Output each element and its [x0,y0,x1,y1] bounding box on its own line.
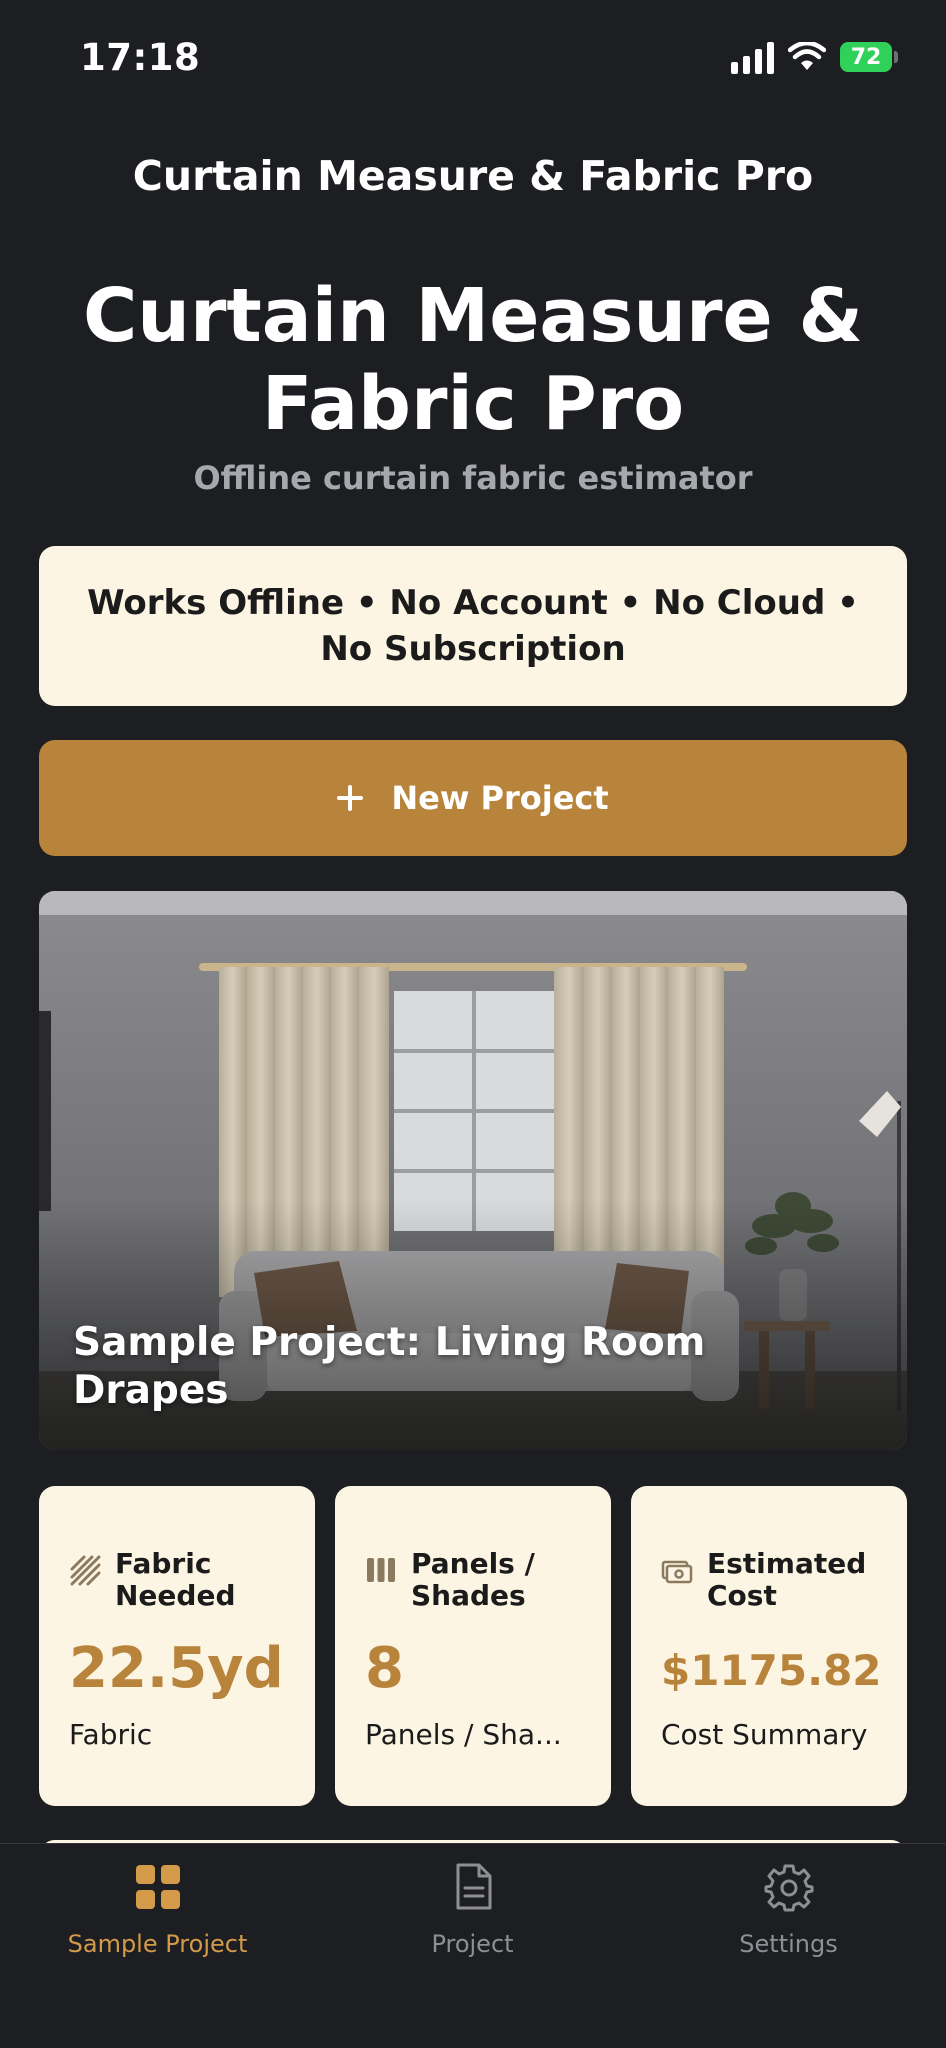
battery-level: 72 [840,42,892,72]
nav-title: Curtain Measure & Fabric Pro [132,152,814,200]
document-icon [456,1863,491,1910]
status-bar: 17:18 72 [0,0,946,120]
tab-label: Sample Project [67,1930,248,1958]
stat-value: 22.5yd [69,1636,284,1701]
hero-subtitle: Offline curtain fabric estimator [193,459,753,497]
stat-card-panels[interactable]: Panels / Shades 8 Panels / Sha... [335,1486,611,1806]
stat-header: Fabric Needed [69,1548,295,1612]
wifi-icon [788,42,826,70]
money-icon [661,1560,693,1584]
offline-banner: Works Offline • No Account • No Cloud • … [39,546,907,706]
stat-card-fabric[interactable]: Fabric Needed 22.5yd Fabric [39,1486,315,1806]
hero-title: Curtain Measure & Fabric Pro [82,273,864,447]
tab-bar: Sample Project Project Settings [0,1843,946,2048]
panels-icon [367,1558,395,1582]
tab-settings[interactable]: Settings [631,1862,946,1958]
stat-label: Panels / Shades [411,1547,535,1612]
app-screen: 17:18 72 Curtain Measure & Fabric Pro Cu… [0,0,946,2048]
stat-caption: Fabric [69,1718,153,1751]
status-time: 17:18 [80,36,201,79]
cellular-signal-icon [731,40,774,74]
tab-label: Settings [739,1930,838,1958]
stat-label: Estimated Cost [707,1547,867,1612]
stat-value: $1175.82 [661,1646,882,1695]
new-project-label: New Project [391,779,609,817]
stat-card-cost[interactable]: Estimated Cost $1175.82 Cost Summary [631,1486,907,1806]
stat-caption: Cost Summary [661,1718,868,1751]
stat-header: Panels / Shades [365,1548,591,1612]
sample-project-title: Sample Project: Living Room Drapes [73,1320,706,1413]
tab-label: Project [431,1930,514,1958]
offline-banner-text: Works Offline • No Account • No Cloud • … [87,583,859,669]
tab-sample-project[interactable]: Sample Project [0,1862,315,1958]
fabric-swatch-icon [70,1555,101,1586]
stat-header: Estimated Cost [661,1548,887,1612]
stat-caption: Panels / Sha... [365,1718,562,1751]
status-icons: 72 [731,40,898,74]
plus-icon [337,785,364,811]
stat-label: Fabric Needed [115,1547,236,1612]
battery-percent: 72 [850,44,882,70]
grid-icon [135,1865,180,1909]
gear-icon [764,1864,813,1912]
new-project-button[interactable]: New Project [39,740,907,856]
tab-project[interactable]: Project [315,1862,630,1958]
stat-value: 8 [365,1636,404,1701]
battery-icon: 72 [840,42,898,72]
sample-project-card[interactable]: Sample Project: Living Room Drapes [39,891,907,1450]
